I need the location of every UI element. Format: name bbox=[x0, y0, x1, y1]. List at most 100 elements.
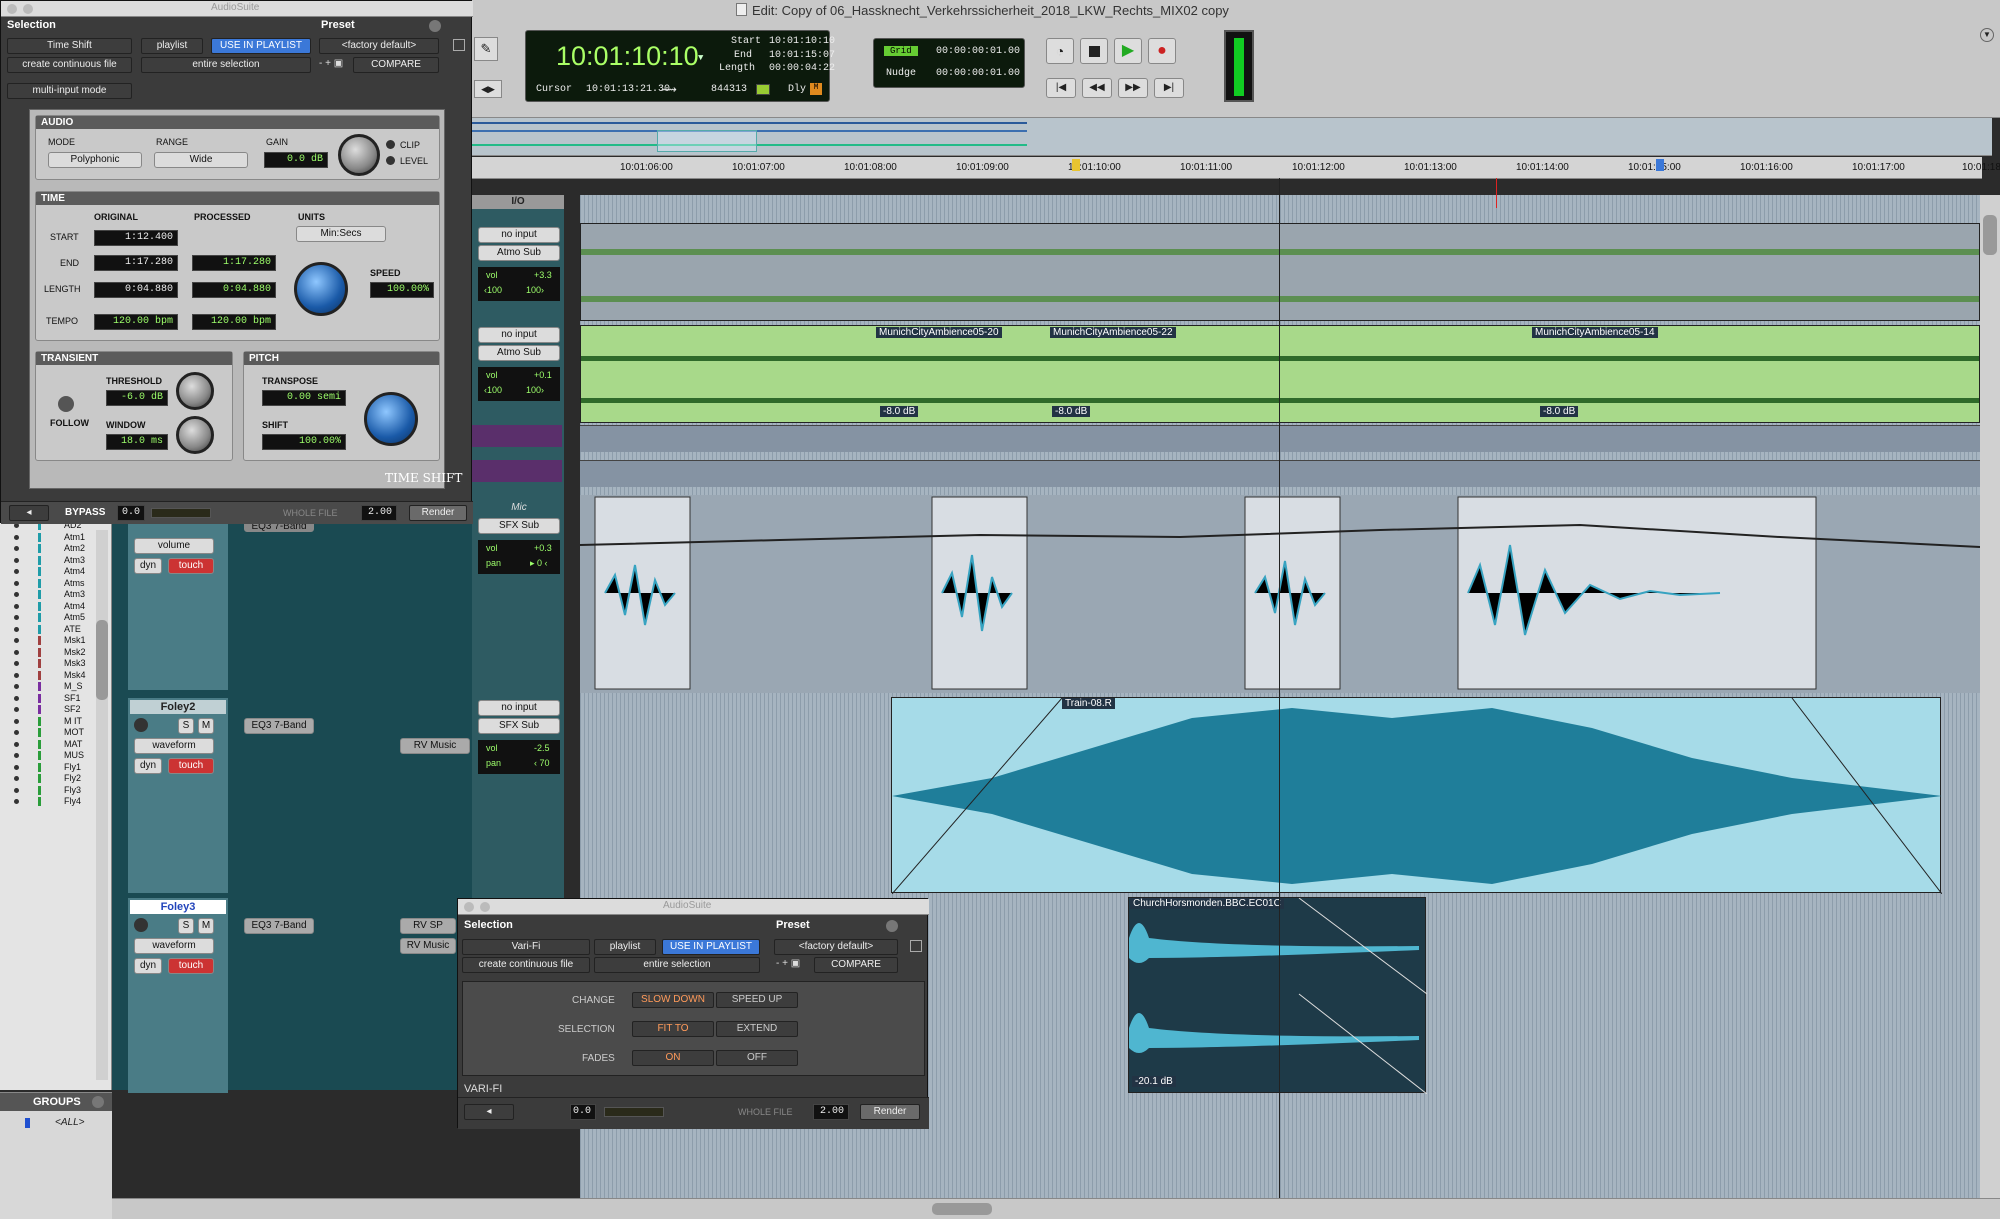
playlist-selector[interactable]: playlist bbox=[594, 939, 656, 955]
empty-track-1[interactable] bbox=[580, 425, 1980, 452]
groups-menu-icon[interactable] bbox=[92, 1096, 104, 1108]
preset-arrows-icon[interactable]: - + ▣ bbox=[776, 958, 800, 969]
clip-atmo2-green[interactable] bbox=[580, 325, 1980, 423]
dyn-button[interactable]: dyn bbox=[134, 958, 162, 974]
dly-label[interactable]: Dly bbox=[788, 84, 806, 95]
m-indicator[interactable]: M bbox=[810, 83, 822, 95]
tracklist-item[interactable]: Fly1 bbox=[0, 762, 96, 773]
processed-end[interactable]: 1:17.280 bbox=[192, 255, 276, 271]
use-in-playlist-button[interactable]: USE IN PLAYLIST bbox=[211, 38, 311, 54]
end-icon[interactable]: ▶| bbox=[1154, 78, 1184, 98]
visibility-dot-icon[interactable] bbox=[14, 684, 19, 689]
tracklist-item[interactable]: Atm1 bbox=[0, 532, 96, 543]
gain-value[interactable]: 0.0 dB bbox=[264, 152, 328, 168]
preset-menu-icon[interactable] bbox=[429, 20, 441, 32]
pan-right[interactable]: 100› bbox=[526, 385, 544, 395]
file-mode-selector[interactable]: create continuous file bbox=[462, 957, 590, 973]
visibility-dot-icon[interactable] bbox=[14, 753, 19, 758]
group-all[interactable]: <ALL> bbox=[55, 1117, 84, 1128]
track-list-scrollbar[interactable] bbox=[96, 530, 108, 1080]
input-label[interactable]: Mic bbox=[478, 502, 560, 513]
nudge-value[interactable]: 00:00:00:01.00 bbox=[936, 68, 1020, 79]
visibility-dot-icon[interactable] bbox=[14, 799, 19, 804]
clip-train[interactable] bbox=[891, 697, 1943, 895]
visibility-dot-icon[interactable] bbox=[14, 557, 19, 563]
pan-left[interactable]: ‹100 bbox=[484, 385, 502, 395]
send-slot[interactable]: RV SP bbox=[400, 918, 456, 934]
tracklist-item[interactable]: Msk3 bbox=[0, 658, 96, 669]
tracklist-item[interactable]: Msk2 bbox=[0, 647, 96, 658]
tracklist-item[interactable]: M_S bbox=[0, 681, 96, 692]
visibility-dot-icon[interactable] bbox=[14, 603, 19, 609]
solo-button[interactable]: S bbox=[178, 918, 194, 934]
shift-value[interactable]: 100.00% bbox=[262, 434, 346, 450]
counter-dropdown-icon[interactable]: ▼ bbox=[698, 53, 703, 63]
tracklist-item[interactable]: Atm2 bbox=[0, 543, 96, 554]
record-enable-icon[interactable] bbox=[134, 718, 148, 732]
tracklist-item[interactable]: Msk1 bbox=[0, 635, 96, 646]
visibility-dot-icon[interactable] bbox=[14, 776, 19, 781]
transpose-value[interactable]: 0.00 semi bbox=[262, 390, 346, 406]
view-selector[interactable]: waveform bbox=[134, 738, 214, 754]
processed-length[interactable]: 0:04.880 bbox=[192, 282, 276, 298]
close-icon[interactable] bbox=[7, 4, 17, 14]
preset-selector[interactable]: <factory default> bbox=[319, 38, 439, 54]
tracklist-item[interactable]: SF2 bbox=[0, 704, 96, 715]
visibility-dot-icon[interactable] bbox=[14, 534, 19, 540]
visibility-dot-icon[interactable] bbox=[14, 546, 19, 551]
speed-value[interactable]: 100.00% bbox=[370, 282, 434, 298]
visibility-dot-icon[interactable] bbox=[14, 764, 19, 770]
start-value[interactable]: 10:01:10:10 bbox=[769, 36, 835, 47]
process-mode-icon[interactable]: ◂ bbox=[464, 1104, 514, 1120]
use-in-playlist-button[interactable]: USE IN PLAYLIST bbox=[662, 939, 760, 955]
rtz-icon[interactable]: |◀ bbox=[1046, 78, 1076, 98]
vol-value[interactable]: +0.1 bbox=[534, 370, 552, 380]
render-button[interactable]: Render bbox=[860, 1104, 920, 1120]
visibility-dot-icon[interactable] bbox=[14, 592, 19, 597]
online-icon[interactable]: ◔ bbox=[1046, 38, 1074, 64]
main-counter[interactable]: 10:01:10:10 ▼ Start End Length 10:01:10:… bbox=[525, 30, 835, 102]
send-slot[interactable]: RV Music bbox=[400, 938, 456, 954]
threshold-value[interactable]: -6.0 dB bbox=[106, 390, 168, 406]
output-selector[interactable]: Atmo Sub bbox=[478, 345, 560, 361]
original-length[interactable]: 0:04.880 bbox=[94, 282, 178, 298]
visibility-dot-icon[interactable] bbox=[14, 638, 19, 643]
compare-button[interactable]: COMPARE bbox=[814, 957, 898, 973]
nav-arrows-icon[interactable]: ◀▶ bbox=[474, 80, 502, 98]
whole-file-label[interactable]: WHOLE FILE bbox=[283, 508, 338, 518]
automation-mode[interactable]: touch bbox=[168, 558, 214, 574]
close-icon[interactable] bbox=[464, 902, 474, 912]
fades-on-button[interactable]: ON bbox=[632, 1050, 714, 1066]
clip-gain[interactable]: -20.1 dB bbox=[1132, 1076, 1176, 1087]
tracklist-item[interactable]: Atm4 bbox=[0, 601, 96, 612]
preset-menu-icon[interactable] bbox=[886, 920, 898, 932]
fit-to-button[interactable]: FIT TO bbox=[632, 1021, 714, 1037]
dyn-button[interactable]: dyn bbox=[134, 558, 162, 574]
mute-button[interactable]: M bbox=[198, 718, 214, 734]
threshold-knob[interactable] bbox=[176, 372, 214, 410]
visibility-dot-icon[interactable] bbox=[14, 672, 19, 678]
grid-button[interactable]: Grid bbox=[884, 46, 918, 56]
insert-slot[interactable]: EQ3 7-Band bbox=[244, 918, 314, 934]
vol-value[interactable]: -2.5 bbox=[534, 743, 550, 753]
record-icon[interactable]: ● bbox=[1148, 38, 1176, 64]
clip-gain[interactable]: -8.0 dB bbox=[1540, 406, 1579, 417]
bypass-button[interactable]: BYPASS bbox=[65, 507, 105, 518]
pitch-knob[interactable] bbox=[364, 392, 418, 446]
slow-down-button[interactable]: SLOW DOWN bbox=[632, 992, 714, 1008]
visibility-dot-icon[interactable] bbox=[14, 718, 19, 724]
tracklist-item[interactable]: Atm3 bbox=[0, 555, 96, 566]
preset-selector[interactable]: <factory default> bbox=[774, 939, 898, 955]
tracklist-item[interactable]: M IT bbox=[0, 716, 96, 727]
vertical-scrollbar[interactable] bbox=[1980, 195, 2000, 1200]
play-icon[interactable]: ▶ bbox=[1114, 38, 1142, 64]
visibility-dot-icon[interactable] bbox=[14, 661, 19, 666]
selection-mode-selector[interactable]: entire selection bbox=[141, 57, 311, 73]
output-selector[interactable]: Atmo Sub bbox=[478, 245, 560, 261]
selection-end-marker[interactable] bbox=[1656, 159, 1664, 171]
tracklist-item[interactable]: ATE bbox=[0, 624, 96, 635]
tracklist-item[interactable]: Fly4 bbox=[0, 796, 96, 807]
length-value[interactable]: 00:00:04:22 bbox=[769, 63, 835, 74]
original-start[interactable]: 1:12.400 bbox=[94, 230, 178, 246]
dly-icon[interactable] bbox=[756, 84, 770, 95]
